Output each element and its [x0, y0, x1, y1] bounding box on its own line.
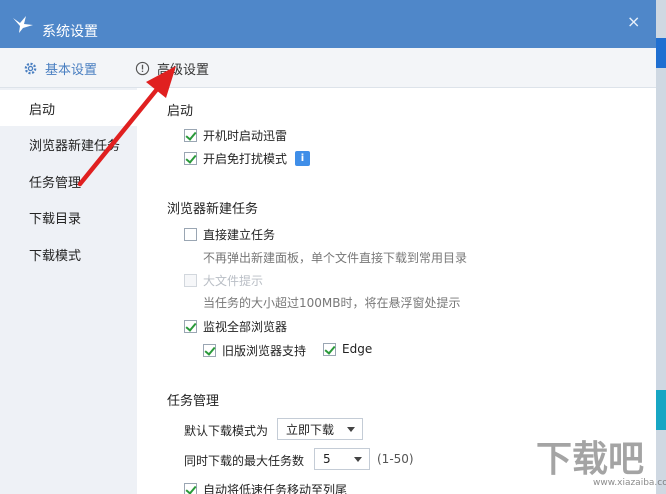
sidebar-item-startup[interactable]: 启动 — [0, 90, 137, 126]
settings-window: 系统设置 × 基本设置 高级设置 启动 浏览器新建任务 任务管理 下载目录 下载… — [0, 0, 656, 494]
auto-move-option[interactable]: 自动将低速任务移动至列尾 — [184, 481, 347, 494]
monitor-all-option[interactable]: 监视全部浏览器 — [184, 318, 287, 335]
max-tasks-label: 同时下载的最大任务数 — [184, 454, 305, 468]
auto-start-checkbox[interactable] — [184, 129, 197, 142]
info-circle-icon — [134, 60, 150, 76]
auto-start-label: 开机时启动迅雷 — [203, 129, 288, 143]
sidebar-item-browser-new-task[interactable]: 浏览器新建任务 — [0, 126, 137, 162]
edge-checkbox[interactable] — [323, 342, 336, 356]
sidebar-item-task-management[interactable]: 任务管理 — [0, 163, 137, 199]
thunder-bird-logo-icon — [12, 14, 34, 34]
sidebar-item-label: 下载目录 — [29, 211, 82, 227]
sidebar-item-label: 浏览器新建任务 — [29, 138, 121, 154]
close-icon[interactable]: × — [627, 14, 640, 30]
tab-advanced-settings-label: 高级设置 — [157, 62, 210, 78]
big-file-label: 大文件提示 — [203, 274, 264, 288]
info-icon[interactable]: i — [295, 151, 311, 166]
background-teal-block — [656, 390, 666, 430]
big-file-hint: 当任务的大小超过100MB时，将在悬浮窗处提示 — [203, 296, 461, 310]
background-blue-block — [656, 38, 666, 68]
big-file-checkbox — [184, 274, 197, 287]
tab-basic-settings-label: 基本设置 — [45, 62, 98, 78]
title-bar: 系统设置 × — [0, 0, 656, 48]
max-tasks-value: 5 — [323, 452, 331, 466]
dnd-mode-label: 开启免打扰模式 — [203, 152, 288, 166]
background-window-edge — [656, 0, 666, 494]
settings-sidebar: 启动 浏览器新建任务 任务管理 下载目录 下载模式 — [0, 88, 137, 494]
direct-create-option[interactable]: 直接建立任务 — [184, 226, 275, 243]
section-title-startup: 启动 — [167, 104, 194, 119]
default-mode-value: 立即下载 — [286, 422, 335, 437]
window-title: 系统设置 — [42, 24, 98, 40]
direct-create-label: 直接建立任务 — [203, 228, 276, 242]
tab-basic-settings[interactable]: 基本设置 — [22, 48, 97, 88]
chevron-down-icon — [347, 427, 355, 432]
gear-icon — [22, 60, 38, 76]
settings-tab-bar: 基本设置 高级设置 — [0, 48, 656, 88]
legacy-support-option[interactable]: 旧版浏览器支持 — [203, 342, 306, 359]
sidebar-item-label: 任务管理 — [29, 175, 82, 191]
direct-create-hint: 不再弹出新建面板，单个文件直接下载到常用目录 — [203, 251, 468, 265]
sidebar-item-download-mode[interactable]: 下载模式 — [0, 236, 137, 272]
legacy-support-label: 旧版浏览器支持 — [222, 344, 307, 358]
max-tasks-select[interactable]: 5 — [314, 448, 370, 470]
watermark-logo: 下载吧 — [536, 438, 645, 480]
sidebar-item-label: 下载模式 — [29, 248, 82, 264]
default-mode-select[interactable]: 立即下载 — [277, 418, 363, 440]
sidebar-item-label: 启动 — [29, 102, 56, 118]
section-title-browser: 浏览器新建任务 — [167, 202, 259, 217]
dnd-mode-option[interactable]: 开启免打扰模式 i — [184, 150, 311, 167]
dnd-mode-checkbox[interactable] — [184, 152, 197, 165]
max-tasks-range: (1-50) — [377, 452, 414, 466]
auto-start-option[interactable]: 开机时启动迅雷 — [184, 127, 287, 144]
edge-label: Edge — [342, 342, 373, 356]
legacy-support-checkbox[interactable] — [203, 344, 216, 357]
sidebar-item-download-directory[interactable]: 下载目录 — [0, 199, 137, 235]
watermark-url: www.xiazaiba.com — [593, 478, 666, 488]
auto-move-checkbox[interactable] — [184, 483, 197, 494]
section-title-tasks: 任务管理 — [167, 394, 220, 409]
tab-advanced-settings[interactable]: 高级设置 — [134, 48, 209, 88]
monitor-all-checkbox[interactable] — [184, 320, 197, 333]
big-file-option: 大文件提示 — [184, 272, 263, 289]
monitor-all-label: 监视全部浏览器 — [203, 320, 288, 334]
chevron-down-icon — [354, 457, 362, 462]
direct-create-checkbox[interactable] — [184, 228, 197, 241]
edge-option[interactable]: Edge — [323, 342, 372, 356]
auto-move-label: 自动将低速任务移动至列尾 — [203, 483, 348, 494]
default-mode-label: 默认下载模式为 — [184, 424, 269, 438]
